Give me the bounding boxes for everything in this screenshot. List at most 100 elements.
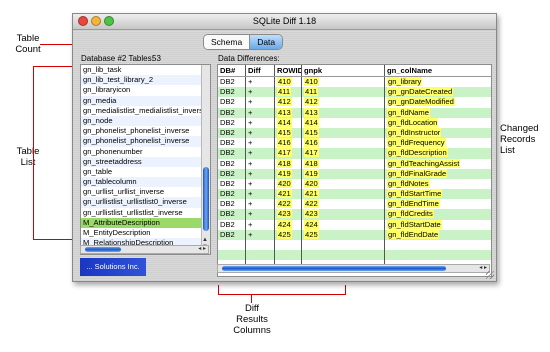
table-cell: DB2 (218, 229, 246, 240)
table-row[interactable]: DB2 +423 423 gn_fldCredits (218, 209, 491, 220)
table-cell: 419 (275, 168, 302, 179)
data-differences-caption: Data Differences: (218, 54, 280, 63)
cell-value: + (248, 77, 253, 86)
table-cell: + (246, 209, 275, 220)
cell-value: DB2 (220, 97, 235, 107)
cell-value: 421 (304, 189, 319, 199)
table-row[interactable]: DB2 +422 422 gn_fldEndTime (218, 199, 491, 210)
table-cell: DB2 (218, 209, 246, 220)
table-row[interactable]: DB2 +413 413 gn_fldName (218, 107, 491, 118)
cell-value: + (248, 148, 253, 158)
cell-value: DB2 (220, 229, 235, 239)
cell-value: gn_fldFrequency (387, 138, 446, 148)
table-list-item[interactable]: M_EntityDescription (81, 228, 210, 238)
table-list-item[interactable]: gn_phonelist_phonelist_inverse (81, 136, 210, 147)
table-row[interactable] (218, 250, 491, 261)
cell-value: 421 (277, 189, 292, 199)
table-list-item[interactable]: gn_urllistlist_urllistlist_inverse (81, 208, 210, 218)
column-header[interactable]: gnpk (302, 65, 385, 76)
table-list-item[interactable]: gn_media (81, 95, 210, 106)
column-header[interactable]: Diff (246, 65, 275, 76)
table-list-item[interactable]: M_AttributeDescription (81, 217, 210, 228)
column-header[interactable]: gn_colName (385, 65, 491, 76)
table-cell (218, 240, 246, 251)
table-list-item[interactable]: gn_phonenumber (81, 147, 210, 157)
table-cell: DB2 (218, 178, 246, 190)
table-row[interactable]: DB2 +419 419 gn_fldFinalGrade (218, 168, 491, 179)
cell-value: + (248, 199, 253, 209)
table-list-item[interactable]: gn_table (81, 167, 210, 177)
table-row[interactable]: DB2 +411 411 gn_gnDateCreated (218, 87, 491, 98)
hscroll-arrows-icon[interactable]: ◂ ▸ (198, 246, 206, 253)
hscroll-thumb[interactable] (222, 266, 446, 271)
cell-value: 414 (304, 117, 319, 127)
table-list-item[interactable]: gn_streetaddress (81, 156, 210, 167)
cell-value: 417 (304, 148, 319, 158)
table-row[interactable]: DB2 +420 420 gn_fldNotes (218, 178, 491, 190)
table-cell (275, 240, 302, 251)
column-header[interactable]: DB# (218, 65, 246, 76)
table-row[interactable] (218, 240, 491, 251)
table-row[interactable]: DB2 +416 416 gn_fldFrequency (218, 138, 491, 149)
tab-schema[interactable]: Schema (204, 35, 251, 49)
table-list-hscrollbar[interactable]: ◂ ▸ (80, 245, 209, 254)
cell-value: 420 (277, 178, 292, 188)
table-row[interactable]: DB2 +418 418 gn_fldTeachingAssist (218, 158, 491, 169)
cell-value: DB2 (220, 158, 235, 168)
cell-value: + (248, 87, 253, 97)
table-cell: 423 (302, 209, 385, 220)
resize-grip-icon[interactable] (486, 271, 494, 279)
cell-value: 413 (277, 107, 292, 117)
table-row[interactable]: DB2 +415 415 gn_fldInstructor (218, 127, 491, 139)
cell-value: gn_fldFinalGrade (387, 168, 448, 178)
callout-line (33, 239, 73, 240)
table-cell (275, 250, 302, 261)
table-cell: 417 (302, 148, 385, 159)
column-header[interactable]: ROWID (275, 65, 302, 76)
table-cell: DB2 (218, 168, 246, 179)
table-row[interactable]: DB2 +417 417 gn_fldDescription (218, 148, 491, 159)
table-cell: DB2 (218, 189, 246, 200)
table-row[interactable]: DB2 +412 412 gn_gnDateModified (218, 97, 491, 108)
table-row[interactable]: DB2 +421 421 gn_fldStartTime (218, 189, 491, 200)
table-row[interactable]: DB2 +410 410 gn_library (218, 77, 491, 88)
table-row[interactable]: DB2 +414 414 gn_fldLocation (218, 117, 491, 128)
table-list-item[interactable]: gn_urllist_urllist_inverse (81, 187, 210, 197)
table-list-item[interactable]: gn_urllistlist_urllistlist0_inverse (81, 197, 210, 208)
table-cell (246, 240, 275, 251)
table-cell: 414 (302, 117, 385, 128)
table-list-item[interactable]: gn_lib_test_library_2 (81, 75, 210, 86)
table-cell: 423 (275, 209, 302, 220)
table-list-scrollbar[interactable]: ▲▼ (201, 65, 210, 254)
table-list-item[interactable]: gn_medialistlist_medialistlist_inverse (81, 106, 210, 116)
cell-value: 410 (277, 77, 292, 86)
table-list-item[interactable]: gn_tablecolumn (81, 177, 210, 188)
cell-value: + (248, 127, 253, 137)
diff-table-hscrollbar[interactable]: ◂ ▸ (217, 264, 490, 273)
table-row[interactable]: DB2 +425 425 gn_fldEndDate (218, 229, 491, 240)
cell-value: + (248, 138, 253, 148)
cell-value: DB2 (220, 138, 235, 148)
table-list-item[interactable]: gn_node (81, 115, 210, 127)
table-list-item[interactable]: gn_phonelist_phonelist_inverse (81, 126, 210, 136)
scroll-thumb[interactable] (203, 167, 209, 231)
table-row[interactable]: DB2 +424 424 gn_fldStartDate (218, 219, 491, 230)
cell-value: gn_fldStartDate (387, 219, 442, 229)
hscroll-thumb[interactable] (85, 247, 121, 252)
cell-value: 419 (277, 168, 292, 178)
table-cell: 412 (302, 97, 385, 108)
table-list-item[interactable]: gn_lib_task (81, 65, 210, 75)
cell-value: DB2 (220, 199, 235, 209)
cell-value: gn_fldEndDate (387, 229, 440, 239)
cell-value: 410 (304, 77, 319, 86)
tab-data[interactable]: Data (250, 35, 283, 49)
table-cell: DB2 (218, 87, 246, 98)
cell-value: 412 (277, 97, 292, 107)
table-cell: DB2 (218, 97, 246, 108)
cell-value: 411 (304, 87, 319, 97)
table-list-item[interactable]: gn_libraryicon (81, 85, 210, 95)
table-cell: 424 (275, 219, 302, 230)
table-cell: + (246, 189, 275, 200)
cell-value: gn_fldEndTime (387, 199, 440, 209)
cell-value: 414 (277, 117, 292, 127)
